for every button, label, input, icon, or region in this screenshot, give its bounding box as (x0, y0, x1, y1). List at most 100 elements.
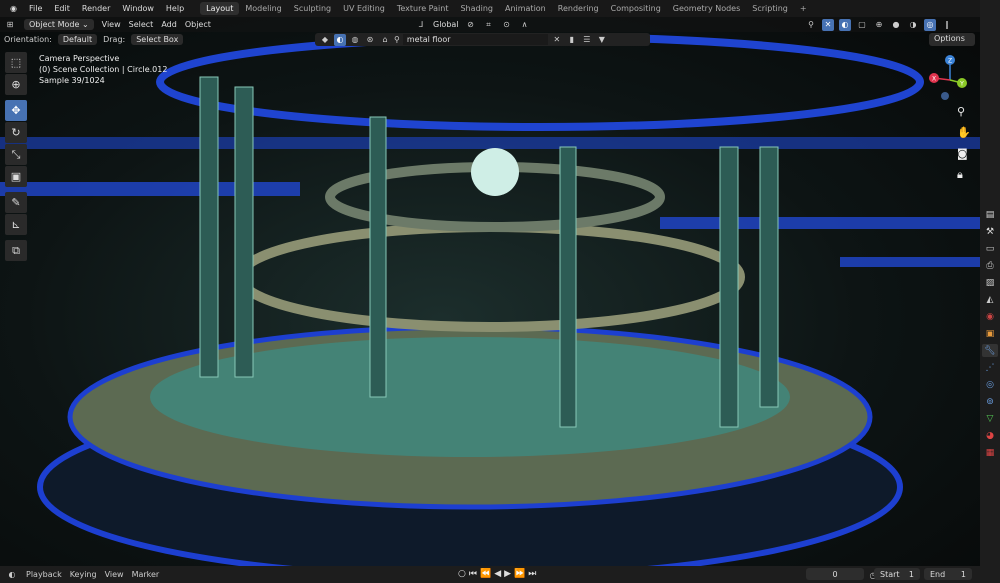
orientation-dropdown[interactable]: Default (57, 34, 98, 45)
falloff-icon[interactable]: ∧ (519, 19, 531, 31)
view-layer-tab-icon[interactable]: ▨ (982, 276, 998, 289)
visibility-icon[interactable]: ⚲ (805, 19, 817, 31)
world-filter-icon[interactable]: ⊛ (364, 34, 376, 46)
move-tool[interactable]: ✥ (5, 100, 27, 121)
solid-shading-icon[interactable]: ● (890, 19, 902, 31)
pivot-icon[interactable]: ⊘ (465, 19, 477, 31)
scene-tab-icon[interactable]: ◭ (982, 293, 998, 306)
material-filter-icon[interactable]: ◍ (349, 34, 361, 46)
next-keyframe-icon[interactable]: ⏩ (514, 569, 525, 579)
lock-icon[interactable]: 🔒︎ (957, 168, 971, 182)
transform-tool[interactable]: ▣ (5, 166, 27, 187)
tab-shading[interactable]: Shading (454, 2, 499, 15)
view-menu[interactable]: View (105, 570, 124, 579)
clear-search-icon[interactable]: ✕ (551, 34, 563, 46)
rotate-tool[interactable]: ↻ (5, 122, 27, 143)
modifier-tab-icon[interactable]: 🔧︎ (982, 344, 998, 357)
display-mode-icon[interactable]: ☰ (581, 34, 593, 46)
jump-start-icon[interactable]: ⏮ (469, 569, 477, 579)
gizmo-toggle-icon[interactable]: ✕ (822, 18, 834, 31)
pan-hand-icon[interactable]: ✋ (957, 126, 971, 139)
bookmark-icon[interactable]: ▮ (566, 34, 578, 46)
play-icon[interactable]: ▶ (504, 569, 511, 579)
editor-type-icon[interactable]: ⊞ (4, 19, 16, 31)
overlay-toggle-icon[interactable]: ◐ (839, 18, 851, 31)
menu-add[interactable]: Add (161, 20, 177, 29)
tab-animation[interactable]: Animation (499, 2, 552, 15)
3d-viewport[interactable] (0, 17, 980, 566)
menu-file[interactable]: File (23, 4, 48, 13)
tab-modeling[interactable]: Modeling (239, 2, 287, 15)
search-input[interactable]: metal floor (402, 34, 548, 45)
snap-icon[interactable]: ⌗ (483, 19, 495, 31)
mode-dropdown[interactable]: Object Mode ⌄ (24, 19, 94, 30)
tab-scripting[interactable]: Scripting (746, 2, 794, 15)
current-frame-field[interactable]: 0 (806, 568, 864, 580)
annotate-tool[interactable]: ✎ (5, 192, 27, 213)
material-tab-icon[interactable]: ◕ (982, 429, 998, 442)
menu-select[interactable]: Select (129, 20, 154, 29)
xray-icon[interactable]: ▢ (856, 19, 868, 31)
tab-sculpting[interactable]: Sculpting (288, 2, 337, 15)
constraints-tab-icon[interactable]: ⊚ (982, 395, 998, 408)
start-frame-field[interactable]: Start 1 (874, 568, 920, 580)
camera-view-icon[interactable]: ◙ (957, 147, 971, 160)
menu-edit[interactable]: Edit (48, 4, 76, 13)
render-tab-icon[interactable]: ▭ (982, 242, 998, 255)
wireframe-shading-icon[interactable]: ⊕ (873, 19, 885, 31)
scale-tool[interactable]: ⤡ (5, 144, 27, 165)
filter-type-icon[interactable]: ◆ (319, 34, 331, 46)
select-box-tool[interactable]: ⬚ (5, 52, 27, 73)
options-dropdown[interactable]: Options (929, 33, 975, 46)
brush-filter-icon[interactable]: ⌂ (379, 34, 391, 46)
rendered-shading-icon[interactable]: ◎ (924, 18, 936, 31)
end-value: 1 (960, 569, 966, 579)
physics-tab-icon[interactable]: ◎ (982, 378, 998, 391)
menu-object[interactable]: Object (185, 20, 211, 29)
prev-keyframe-icon[interactable]: ⏪ (480, 569, 491, 579)
world-tab-icon[interactable]: ◉ (982, 310, 998, 323)
particles-tab-icon[interactable]: ⋰ (982, 361, 998, 374)
timeline-editor-icon[interactable]: ◐ (6, 569, 18, 581)
object-tab-icon[interactable]: ▣ (982, 327, 998, 340)
menu-help[interactable]: Help (160, 4, 190, 13)
playback-menu[interactable]: Playback (26, 570, 62, 579)
navigation-gizmo[interactable]: Z X Y (925, 52, 975, 102)
tab-rendering[interactable]: Rendering (552, 2, 605, 15)
proportional-edit-icon[interactable]: ⊙ (501, 19, 513, 31)
filter-icon[interactable]: ▼ (596, 34, 608, 46)
tab-uv-editing[interactable]: UV Editing (337, 2, 391, 15)
object-filter-icon[interactable]: ◐ (334, 33, 346, 46)
output-tab-icon[interactable]: ⎙ (982, 259, 998, 272)
blender-logo-icon[interactable]: ◉ (4, 4, 23, 13)
keying-menu[interactable]: Keying (70, 570, 97, 579)
zoom-icon[interactable]: ⚲ (957, 105, 971, 118)
marker-menu[interactable]: Marker (132, 570, 160, 579)
end-frame-field[interactable]: End 1 (924, 568, 972, 580)
tab-geometry-nodes[interactable]: Geometry Nodes (667, 2, 746, 15)
tab-layout[interactable]: Layout (200, 2, 240, 15)
add-cube-tool[interactable]: ⧉ (5, 240, 27, 261)
neg-z-handle[interactable] (941, 92, 949, 100)
data-tab-icon[interactable]: ▽ (982, 412, 998, 425)
render-scene (0, 33, 980, 566)
drag-dropdown[interactable]: Select Box (131, 34, 184, 45)
jump-end-icon[interactable]: ⏭ (528, 569, 536, 579)
record-icon[interactable]: ○ (458, 569, 466, 579)
tool-tab-icon[interactable]: ⚒ (982, 225, 998, 238)
play-reverse-icon[interactable]: ◀ (494, 569, 501, 579)
menu-render[interactable]: Render (76, 4, 116, 13)
menu-window[interactable]: Window (116, 4, 160, 13)
pause-icon[interactable]: ‖ (941, 19, 953, 31)
material-shading-icon[interactable]: ◑ (907, 19, 919, 31)
texture-tab-icon[interactable]: ▦ (982, 446, 998, 459)
tab-texture-paint[interactable]: Texture Paint (391, 2, 455, 15)
cursor-tool[interactable]: ⊕ (5, 74, 27, 95)
transform-orientation-dropdown[interactable]: Global (433, 20, 459, 29)
measure-tool[interactable]: ⊾ (5, 214, 27, 235)
properties-tabs: ▤ ⚒ ▭ ⎙ ▨ ◭ ◉ ▣ 🔧︎ ⋰ ◎ ⊚ ▽ ◕ ▦ (982, 208, 998, 459)
tab-compositing[interactable]: Compositing (605, 2, 667, 15)
add-workspace-button[interactable]: + (794, 2, 813, 15)
editor-type-icon[interactable]: ▤ (982, 208, 998, 221)
menu-view[interactable]: View (102, 20, 121, 29)
